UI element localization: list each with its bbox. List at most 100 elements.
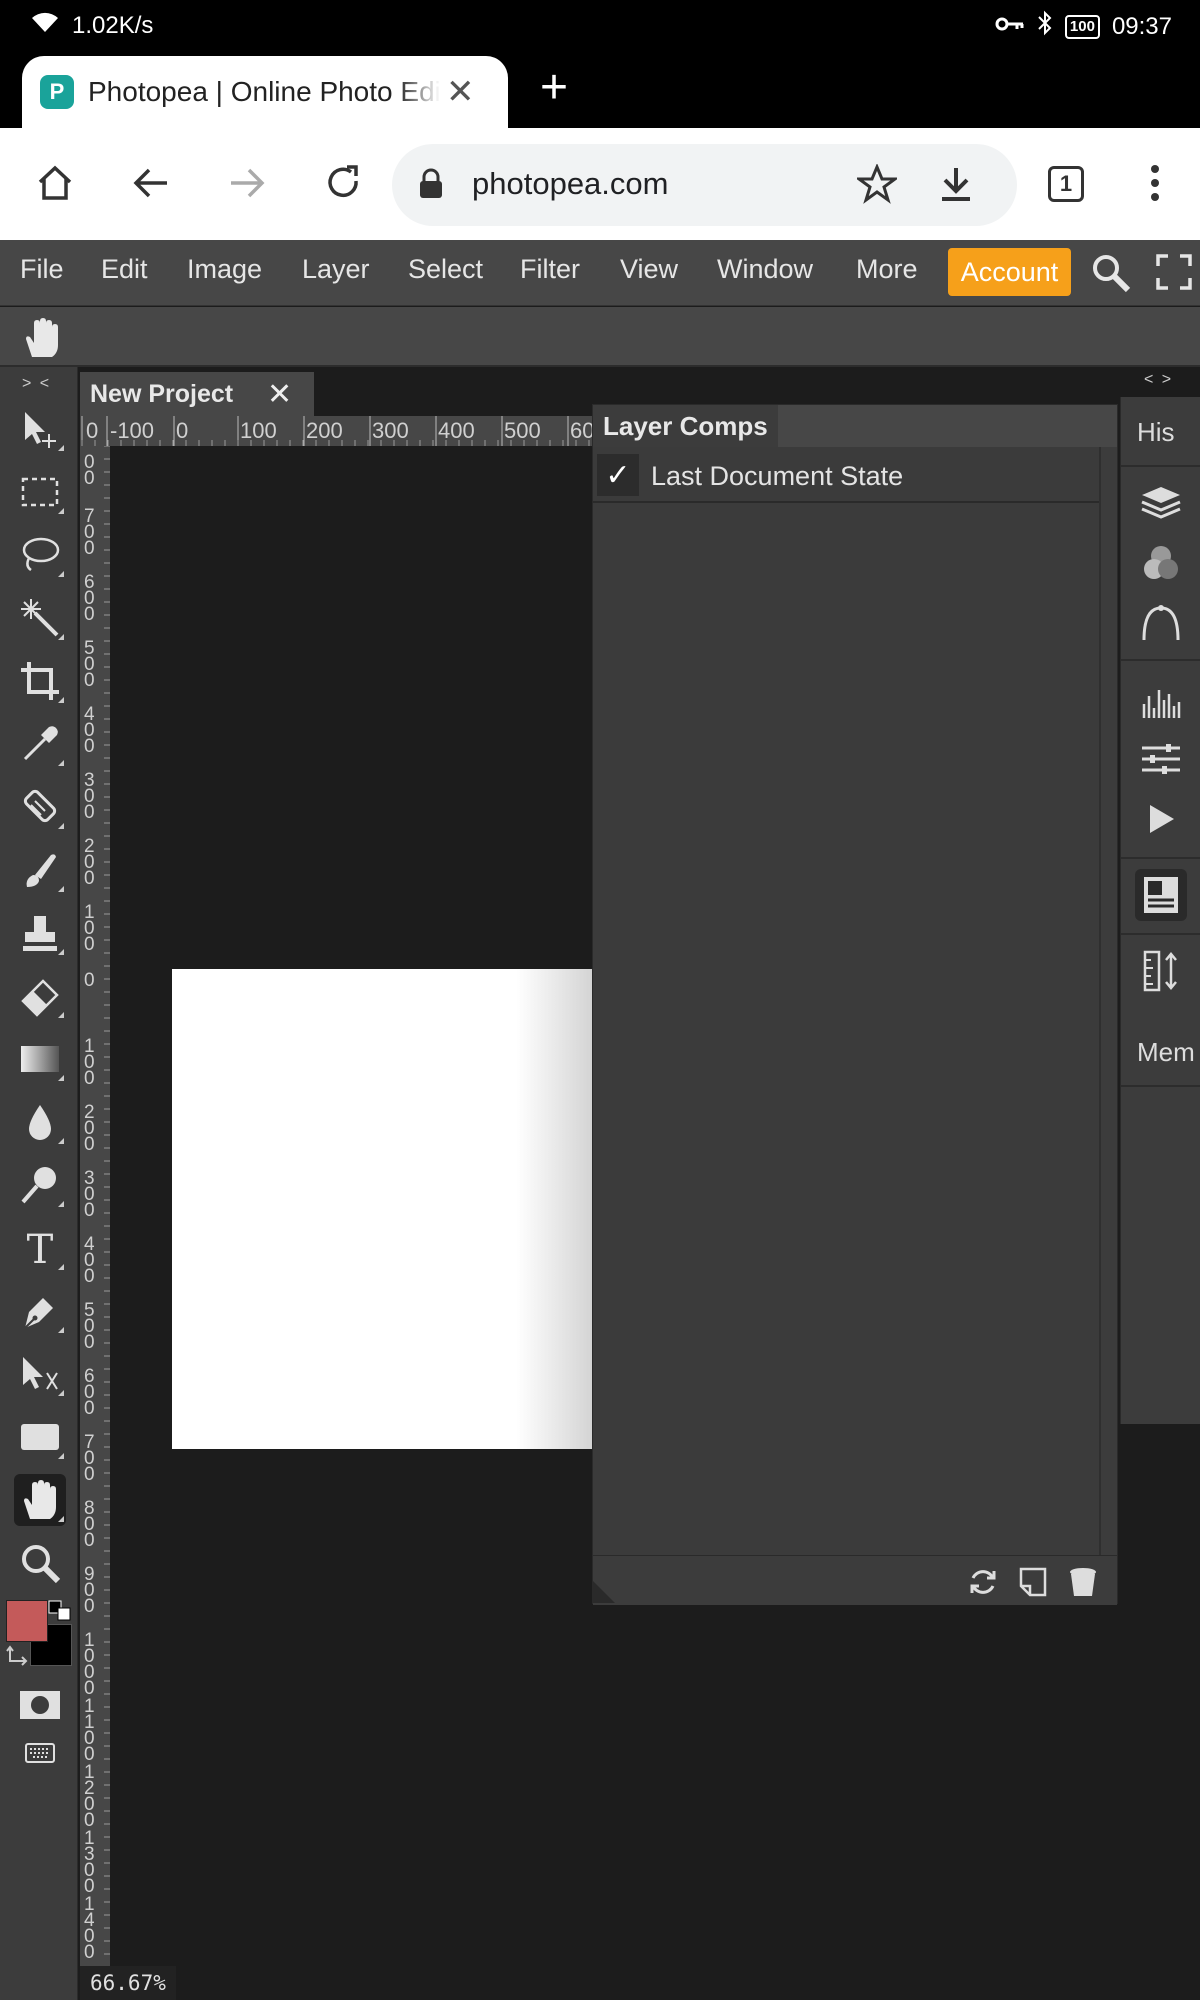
forward-arrow-icon[interactable]: [222, 158, 272, 208]
rectangle-select-tool-icon[interactable]: [14, 466, 66, 518]
reload-icon[interactable]: [318, 158, 368, 208]
document-tab[interactable]: New Project ✕: [80, 372, 314, 416]
photopea-favicon-icon: P: [40, 75, 74, 109]
ruler-label: 0: [84, 468, 95, 489]
browser-tab[interactable]: P Photopea | Online Photo Editor ✕: [22, 56, 508, 128]
svg-text:T: T: [27, 1227, 54, 1269]
menu-more[interactable]: More: [856, 254, 918, 285]
dodge-tool-icon[interactable]: [14, 1159, 66, 1211]
tools-panel: > < T: [0, 367, 78, 2000]
clone-stamp-tool-icon[interactable]: [14, 907, 66, 959]
layer-comps-list: ✓ Last Document State: [593, 447, 1101, 1555]
menu-layer[interactable]: Layer: [302, 254, 370, 285]
keyboard-icon[interactable]: [14, 1727, 66, 1779]
brush-tool-icon[interactable]: [14, 844, 66, 896]
blur-tool-icon[interactable]: [14, 1096, 66, 1148]
account-button[interactable]: Account: [948, 248, 1071, 296]
search-icon[interactable]: [1090, 252, 1132, 299]
history-panel-button[interactable]: His: [1137, 417, 1175, 448]
update-comp-icon[interactable]: [965, 1564, 1001, 1600]
pen-tool-icon[interactable]: [14, 1285, 66, 1337]
menu-file[interactable]: File: [20, 254, 64, 285]
address-bar[interactable]: photopea.com: [392, 144, 1017, 226]
menu-select[interactable]: Select: [408, 254, 483, 285]
divider: [1121, 465, 1200, 467]
path-select-tool-icon[interactable]: [14, 1348, 66, 1400]
ruler-label: 100: [240, 418, 277, 443]
magic-wand-tool-icon[interactable]: [14, 592, 66, 644]
new-comp-icon[interactable]: [1015, 1564, 1051, 1600]
bookmark-star-icon[interactable]: [854, 163, 900, 209]
default-colors-icon[interactable]: [48, 1600, 72, 1622]
document-canvas[interactable]: [172, 969, 592, 1449]
layers-icon[interactable]: [1135, 477, 1187, 529]
adjustments-icon[interactable]: [1135, 733, 1187, 785]
menu-view[interactable]: View: [620, 254, 678, 285]
list-item[interactable]: ✓ Last Document State: [593, 449, 1099, 503]
layer-comps-icon[interactable]: [1135, 869, 1187, 921]
ruler-label: 300: [372, 418, 409, 443]
home-icon[interactable]: [30, 158, 80, 208]
ruler-label: 0: [84, 1068, 95, 1089]
trash-icon[interactable]: [1065, 1564, 1101, 1600]
panel-tab-bar: Layer Comps: [593, 405, 1117, 447]
rectangle-tool-icon[interactable]: [14, 1411, 66, 1463]
ruler-label: 0: [84, 1266, 95, 1287]
close-document-icon[interactable]: ✕: [267, 377, 292, 412]
actions-play-icon[interactable]: [1135, 793, 1187, 845]
ruler-label: 0: [84, 1530, 95, 1551]
lasso-tool-icon[interactable]: [14, 529, 66, 581]
fullscreen-icon[interactable]: [1156, 254, 1192, 295]
zoom-tool-icon[interactable]: [14, 1537, 66, 1589]
menu-window[interactable]: Window: [717, 254, 813, 285]
browser-toolbar: photopea.com 1: [0, 128, 1200, 240]
panel-resize-handle[interactable]: [593, 1581, 615, 1603]
key-icon: [995, 13, 1025, 41]
lock-icon[interactable]: [418, 168, 444, 205]
ruler-label: 0: [84, 868, 95, 889]
histogram-icon[interactable]: [1135, 675, 1187, 727]
collapse-toolbar-toggle[interactable]: > <: [22, 375, 51, 393]
eraser-tool-icon[interactable]: [14, 970, 66, 1022]
close-tab-icon[interactable]: ✕: [446, 72, 475, 112]
download-icon[interactable]: [938, 164, 974, 209]
menu-filter[interactable]: Filter: [520, 254, 580, 285]
layer-comp-label: Last Document State: [651, 461, 904, 491]
crop-tool-icon[interactable]: [14, 655, 66, 707]
url-text: photopea.com: [472, 166, 669, 201]
divider: [1121, 933, 1200, 935]
checkmark-icon[interactable]: ✓: [597, 454, 639, 496]
status-bar: 1.02K/s 100 09:37: [0, 0, 1200, 50]
ruler-label: 0: [84, 802, 95, 823]
measure-icon[interactable]: [1135, 945, 1187, 997]
collapse-dock-toggle[interactable]: < >: [1144, 371, 1173, 389]
bluetooth-icon: [1037, 10, 1053, 43]
type-tool-icon[interactable]: T: [14, 1222, 66, 1274]
memory-panel-button[interactable]: Mem: [1137, 1037, 1195, 1068]
gradient-tool-icon[interactable]: [14, 1033, 66, 1085]
hand-tool-icon[interactable]: [14, 1474, 66, 1526]
ruler-label: 0: [84, 970, 95, 991]
tab-switcher-button[interactable]: 1: [1048, 166, 1084, 202]
battery-indicator: 100: [1064, 14, 1100, 39]
swap-colors-icon[interactable]: [6, 1645, 32, 1669]
spot-healing-tool-icon[interactable]: [14, 781, 66, 833]
more-vert-icon[interactable]: [1130, 158, 1180, 208]
zoom-level[interactable]: 66.67%: [80, 1966, 176, 2000]
menu-image[interactable]: Image: [187, 254, 262, 285]
quick-mask-icon[interactable]: [14, 1679, 66, 1731]
ruler-label: 0: [84, 1332, 95, 1353]
ruler-label: 500: [504, 418, 541, 443]
horizontal-ruler: 0 -100 0 100 200 300 400 500 60: [80, 416, 592, 446]
move-tool-icon[interactable]: [14, 403, 66, 455]
channels-icon[interactable]: [1135, 537, 1187, 589]
foreground-color-swatch[interactable]: [6, 1600, 48, 1642]
ruler-label: 0: [84, 1596, 95, 1617]
tab-layer-comps[interactable]: Layer Comps: [593, 405, 778, 447]
new-tab-button[interactable]: +: [540, 60, 568, 115]
paths-icon[interactable]: [1135, 597, 1187, 649]
back-arrow-icon[interactable]: [126, 158, 176, 208]
eyedropper-tool-icon[interactable]: [14, 718, 66, 770]
menu-edit[interactable]: Edit: [101, 254, 148, 285]
ruler-label: 0: [84, 1134, 95, 1155]
